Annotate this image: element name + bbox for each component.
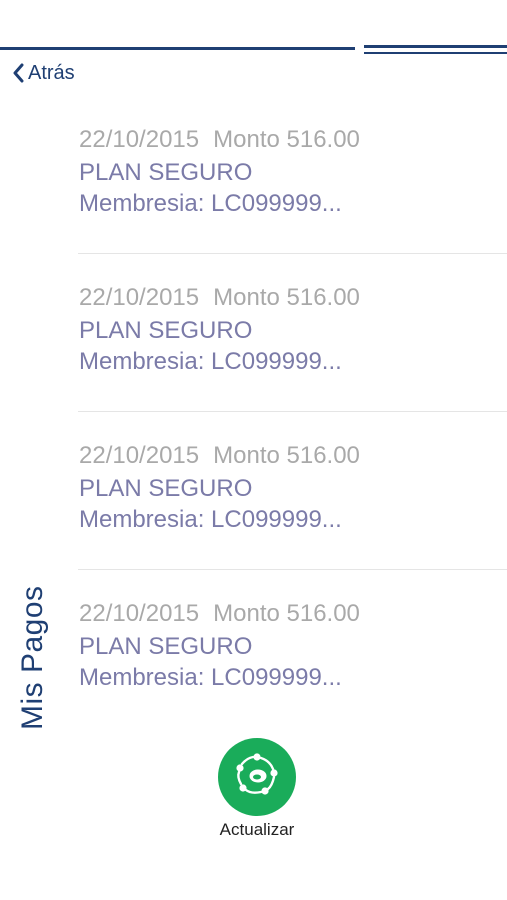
payment-item[interactable]: 22/10/2015 Monto 516.00 PLAN SEGURO Membr…: [78, 96, 507, 254]
refresh-cycle-icon: [232, 750, 282, 805]
header-divider-right: [364, 45, 507, 48]
payment-amount: Monto 516.00: [213, 600, 360, 627]
payment-item[interactable]: 22/10/2015 Monto 516.00 PLAN SEGURO Membr…: [78, 254, 507, 412]
refresh-label: Actualizar: [219, 820, 295, 839]
header-divider-right-thin: [364, 52, 507, 54]
payment-item[interactable]: 22/10/2015 Monto 516.00 PLAN SEGURO Membr…: [78, 412, 507, 570]
header-divider-left: [0, 47, 355, 50]
back-button[interactable]: Atrás: [12, 60, 75, 86]
payment-date: 22/10/2015: [79, 442, 200, 469]
payment-amount: Monto 516.00: [213, 442, 360, 469]
payment-date: 22/10/2015: [79, 600, 200, 627]
chevron-left-icon: [12, 63, 24, 83]
page-title: Mis Pagos: [16, 585, 49, 730]
payment-plan: PLAN SEGURO: [79, 633, 253, 660]
back-label: Atrás: [28, 62, 75, 84]
payment-plan: PLAN SEGURO: [79, 475, 253, 502]
refresh-button[interactable]: [218, 738, 296, 816]
payment-plan: PLAN SEGURO: [79, 159, 253, 186]
payment-membership: Membresia: LC099999...: [79, 664, 342, 691]
payment-membership: Membresia: LC099999...: [79, 348, 342, 375]
payment-plan: PLAN SEGURO: [79, 317, 253, 344]
payment-amount: Monto 516.00: [213, 126, 360, 153]
payments-list: 22/10/2015 Monto 516.00 PLAN SEGURO Membr…: [78, 96, 507, 728]
payment-date: 22/10/2015: [79, 126, 200, 153]
payment-date: 22/10/2015: [79, 284, 200, 311]
payment-amount: Monto 516.00: [213, 284, 360, 311]
payment-membership: Membresia: LC099999...: [79, 190, 342, 217]
payment-membership: Membresia: LC099999...: [79, 506, 342, 533]
payment-item[interactable]: 22/10/2015 Monto 516.00 PLAN SEGURO Membr…: [78, 570, 507, 728]
